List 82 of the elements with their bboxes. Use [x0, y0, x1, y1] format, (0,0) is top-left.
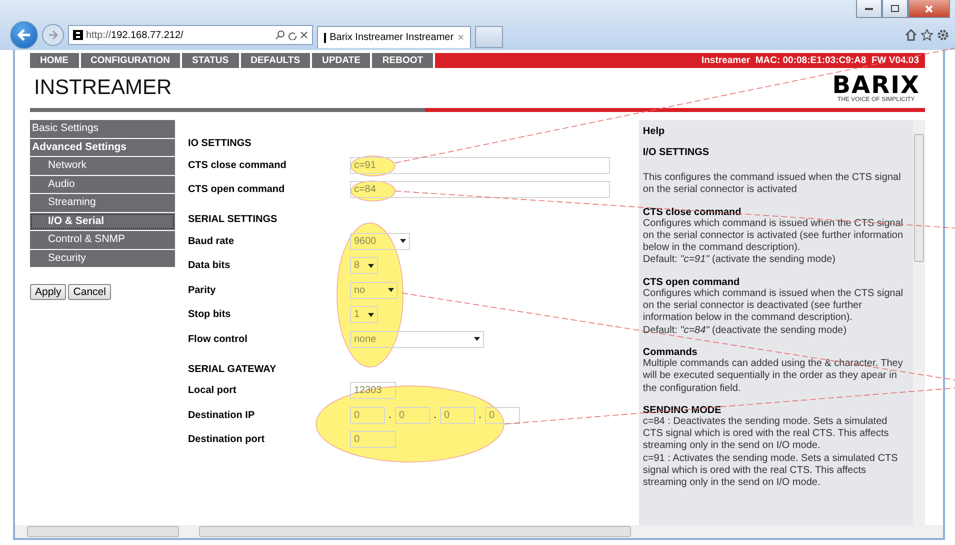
- sidebar-item[interactable]: Audio: [30, 176, 175, 193]
- dropdown-caret-icon: [368, 264, 374, 268]
- search-icon[interactable]: [275, 30, 285, 40]
- settings-icon[interactable]: [937, 29, 949, 41]
- minimize-button[interactable]: [856, 0, 882, 18]
- address-bar[interactable]: http://192.168.77.212/: [68, 25, 313, 45]
- refresh-icon[interactable]: [288, 30, 297, 40]
- help-text: c=84 : Deactivates the sending mode. Sets a simulated CTS signal which is ored with the real CTS. This affects streaming only in the send on I/O mode. c=91 : Activates the sending mode. Sets a simulated CTS signal which is ored with the real CTS. This affects streaming only in the send on I/O mode.: [642, 416, 899, 490]
- ip-octet-field[interactable]: 0: [484, 406, 520, 424]
- field-label: Stop bits: [188, 309, 232, 320]
- text-field[interactable]: 0: [350, 431, 396, 448]
- text-field[interactable]: c=91: [350, 156, 610, 174]
- dropdown-caret-icon: [474, 337, 480, 342]
- dropdown[interactable]: 9600: [350, 232, 410, 250]
- ip-separator: .: [388, 410, 392, 421]
- help-text: Configures which command is issued when the CTS signal on the serial connector is activated (see further information below in the command description). Default: "c=91" (activate the sending mode): [642, 218, 904, 267]
- dropdown[interactable]: 1: [350, 306, 378, 324]
- dropdown[interactable]: 8: [350, 257, 378, 274]
- back-button[interactable]: [10, 21, 38, 49]
- close-button[interactable]: [908, 0, 950, 18]
- device-info: Instreamer MAC: 00:08:E1:03:C9:A8 FW V04.03: [701, 55, 919, 66]
- star-icon[interactable]: [921, 29, 933, 41]
- maximize-icon: [891, 5, 899, 12]
- minimize-icon: [865, 8, 873, 10]
- dropdown-caret-icon: [388, 288, 394, 292]
- ip-octet-field[interactable]: 0: [350, 406, 385, 424]
- tab-close-button[interactable]: ×: [458, 32, 464, 44]
- sidebar-item[interactable]: Basic Settings: [30, 120, 175, 138]
- field-label: Parity: [188, 284, 217, 296]
- forward-arrow-icon: [48, 30, 58, 40]
- field-label: Local port: [188, 385, 238, 396]
- help-text: This configures the command issued when the CTS signal on the serial connector is activated: [642, 172, 902, 197]
- nav-link[interactable]: UPDATE: [312, 53, 370, 68]
- dropdown-caret-icon: [400, 239, 406, 244]
- ip-octet-field[interactable]: 0: [440, 406, 475, 424]
- ip-separator: .: [432, 410, 438, 421]
- nav-link[interactable]: CONFIGURATION: [80, 53, 180, 68]
- stop-icon[interactable]: [300, 31, 308, 39]
- text-field[interactable]: c=84: [350, 181, 610, 198]
- vertical-scrollbar[interactable]: [913, 120, 925, 525]
- help-heading: Commands: [642, 346, 698, 358]
- field-label: Flow control: [188, 334, 248, 345]
- sidebar-item[interactable]: Streaming: [30, 194, 175, 212]
- close-icon: [925, 4, 933, 12]
- field-label: Destination IP: [188, 410, 256, 421]
- section-title: SERIAL SETTINGS: [188, 213, 278, 227]
- field-label: CTS open command: [188, 184, 286, 196]
- section-title: SERIAL GATEWAY: [188, 362, 278, 376]
- field-label: Baud rate: [188, 236, 236, 247]
- field-label: Destination port: [188, 434, 266, 446]
- help-heading: SENDING MODE: [642, 404, 722, 416]
- section-title: IO SETTINGS: [188, 137, 252, 151]
- field-label: CTS close command: [188, 160, 288, 171]
- ip-separator: .: [478, 410, 482, 421]
- page-title: INSTREAMER: [33, 76, 172, 100]
- nav-link[interactable]: HOME: [30, 53, 78, 68]
- maximize-button[interactable]: [882, 0, 908, 18]
- url-text: http://192.168.77.212/: [86, 30, 184, 40]
- browser-tab[interactable]: Barix Instreamer Instreamer ×: [317, 26, 471, 48]
- sidebar-item[interactable]: Advanced Settings: [30, 138, 175, 156]
- field-label: Data bits: [188, 260, 232, 272]
- nav-link[interactable]: DEFAULTS: [240, 53, 310, 68]
- dropdown[interactable]: none: [350, 330, 484, 348]
- dropdown-caret-icon: [368, 312, 374, 317]
- nav-link[interactable]: STATUS: [182, 53, 239, 68]
- home-icon[interactable]: [905, 29, 917, 41]
- help-title: Help: [642, 126, 666, 137]
- cancel-button[interactable]: Cancel: [68, 284, 111, 300]
- sidebar-item[interactable]: I/O & Serial: [30, 212, 175, 230]
- help-text: Configures which command is issued when the CTS signal on the serial connector is deactivated (see further information below in the command description). Default: "c=84" (deactivate the sending mode): [642, 288, 904, 337]
- help-heading: I/O SETTINGS: [642, 147, 710, 158]
- sidebar-item[interactable]: Network: [30, 157, 175, 174]
- ip-octet-field[interactable]: 0: [394, 406, 430, 424]
- nav-link[interactable]: REBOOT: [372, 53, 434, 68]
- logo-text: BARIX: [832, 73, 920, 97]
- help-heading: CTS close command: [642, 206, 742, 218]
- apply-button[interactable]: Apply: [30, 284, 66, 300]
- back-arrow-icon: [17, 29, 31, 41]
- help-heading: CTS open command: [642, 276, 741, 288]
- sidebar-item[interactable]: Security: [30, 250, 175, 267]
- sidebar-item[interactable]: Control & SNMP: [30, 231, 175, 248]
- dropdown[interactable]: no: [350, 282, 398, 299]
